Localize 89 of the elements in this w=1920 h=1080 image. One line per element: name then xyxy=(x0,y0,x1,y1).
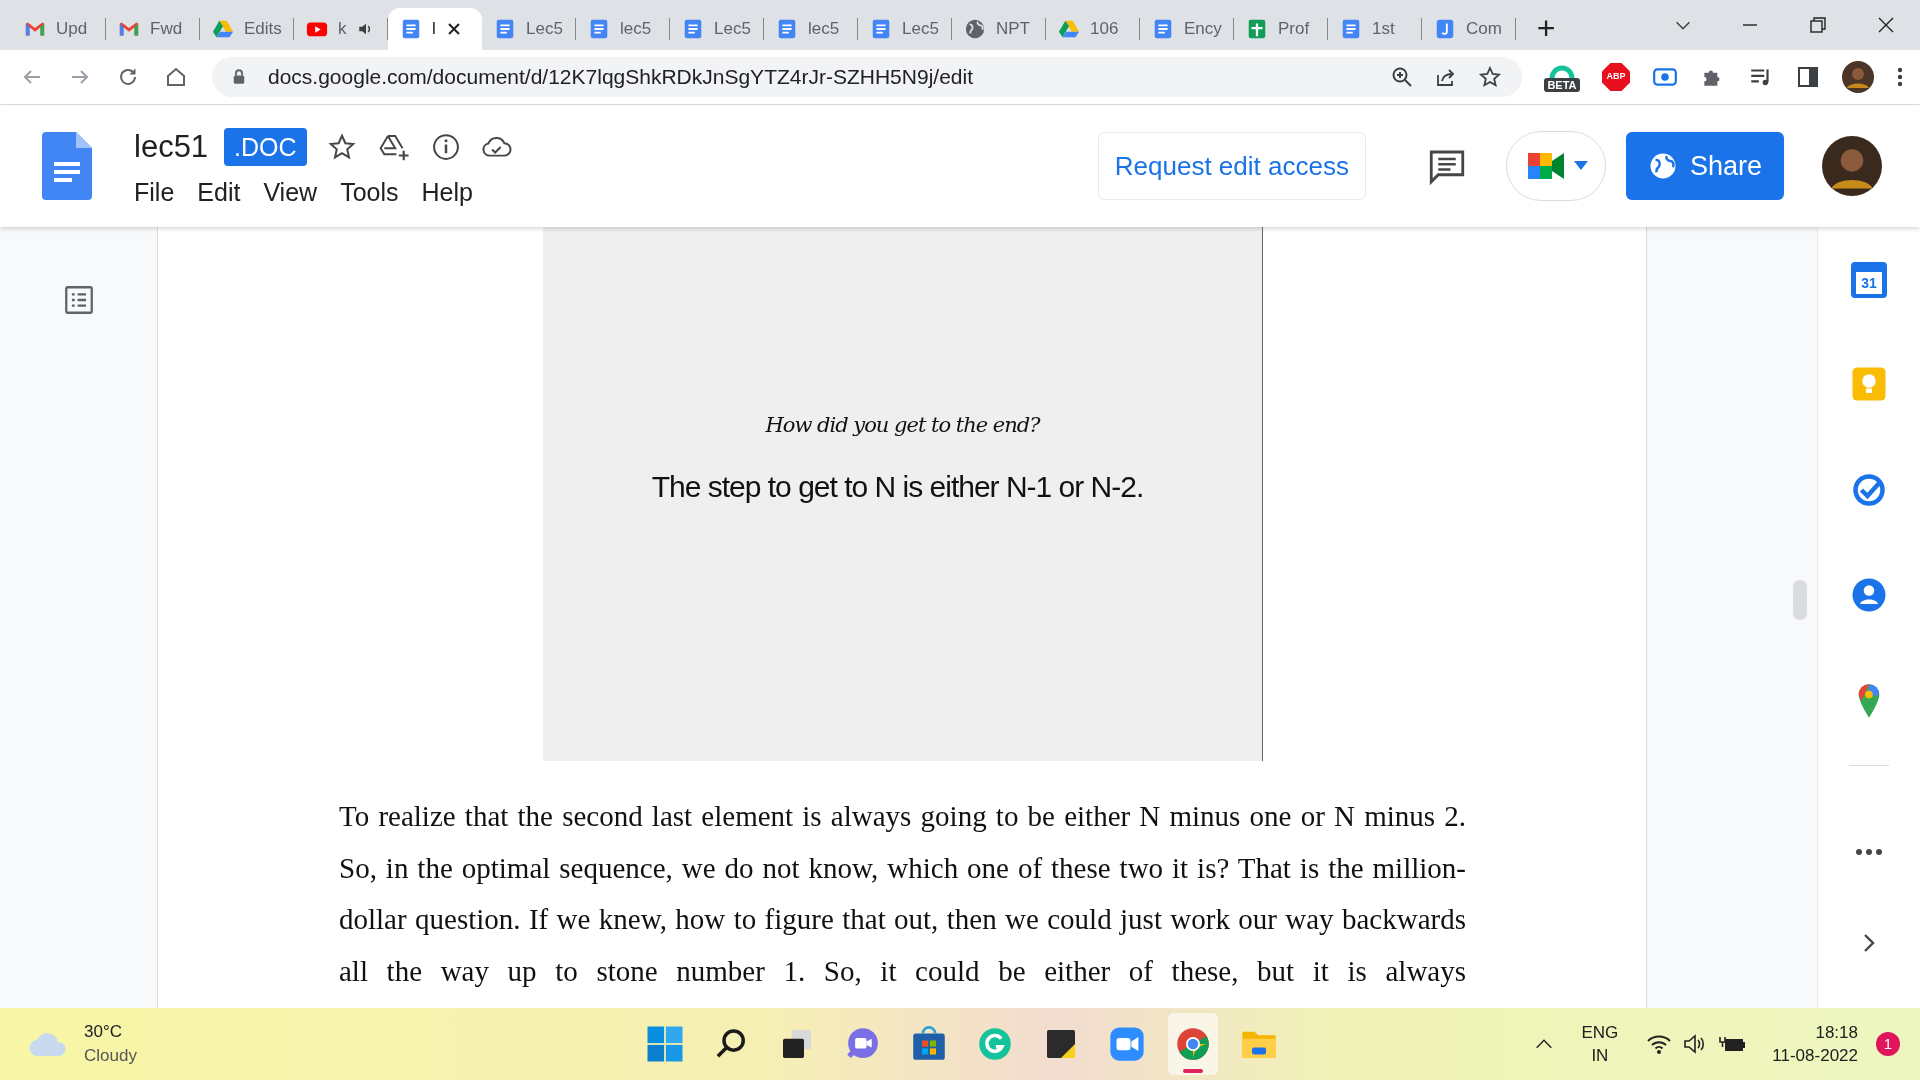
menu-item[interactable]: Edit xyxy=(197,176,241,209)
tab-title: k xyxy=(338,18,347,41)
menu-item[interactable]: File xyxy=(134,176,175,209)
zoom-icon[interactable] xyxy=(1390,65,1414,89)
info-icon[interactable] xyxy=(430,132,461,162)
browser-tab[interactable]: l xyxy=(388,8,482,50)
tab-title: Lec5 xyxy=(714,18,751,41)
browser-tab[interactable]: Edits xyxy=(200,8,294,50)
globe-icon xyxy=(964,18,986,40)
caret-icon xyxy=(1573,161,1588,171)
document-icon xyxy=(870,18,892,40)
more-icon[interactable] xyxy=(1896,65,1904,89)
tab-title: Lec5 xyxy=(902,18,939,41)
tab-title: Com xyxy=(1466,18,1502,41)
calendar-button[interactable]: 31 xyxy=(1851,262,1887,298)
tab-title: 106 xyxy=(1090,18,1119,41)
tab-title: Fwd xyxy=(150,18,183,41)
browser-tab[interactable]: lec5 xyxy=(576,8,670,50)
spreadsheet-icon xyxy=(1246,18,1268,40)
browser-tab[interactable]: 1st xyxy=(1328,8,1422,50)
extension-button[interactable]: BETA xyxy=(1544,62,1580,92)
browser-tab[interactable]: lec5 xyxy=(764,8,858,50)
cloud-icon xyxy=(28,1030,68,1058)
document-icon xyxy=(1152,18,1174,40)
avatar-icon[interactable] xyxy=(1822,136,1882,196)
tab-title: 1st xyxy=(1372,18,1395,41)
close-icon[interactable] xyxy=(445,21,462,37)
handwritten-caption: How did you get to the end? xyxy=(765,412,1040,439)
side-panel-icon[interactable] xyxy=(1796,65,1820,89)
scrollbar-thumb[interactable] xyxy=(1793,580,1807,620)
star-icon[interactable] xyxy=(326,132,357,162)
menu-item[interactable]: View xyxy=(263,176,318,209)
language-text: ENG xyxy=(1581,1022,1619,1044)
document-icon xyxy=(682,18,704,40)
url-text: docs.google.com/document/d/12K7lqgShkRDkJnSgYTZ4rJr-SZHH5N9j/edit xyxy=(268,64,974,91)
browser-tab[interactable]: NPT xyxy=(952,8,1046,50)
browser-tab[interactable]: Com xyxy=(1422,8,1516,50)
document-title: lec51 xyxy=(134,127,209,166)
wifi-icon[interactable] xyxy=(1646,1033,1673,1055)
tab-title: Prof xyxy=(1278,18,1310,41)
beta-label: BETA xyxy=(1544,78,1580,92)
browser-tab[interactable]: Lec5 xyxy=(482,8,576,50)
contacts-icon[interactable] xyxy=(1851,577,1887,613)
menu-item[interactable]: Help xyxy=(421,176,473,209)
triangle-icon xyxy=(1058,18,1080,40)
tab-title: Upd xyxy=(56,18,88,41)
notification-badge[interactable]: 1 xyxy=(1876,1032,1900,1056)
tab-title: Ency xyxy=(1184,18,1222,41)
document-icon xyxy=(400,18,422,40)
document-icon xyxy=(776,18,798,40)
tab-title: lec5 xyxy=(808,18,840,41)
browser-tab[interactable]: Upd xyxy=(12,8,106,50)
clock-time: 18:18 xyxy=(1815,1022,1858,1044)
adblock-button[interactable]: ABP xyxy=(1602,63,1630,91)
browser-tab[interactable]: 106 xyxy=(1046,8,1140,50)
browser-tab[interactable]: k xyxy=(294,8,388,50)
slide-caption: The step to get to N is either N-1 or N-2. xyxy=(651,468,1144,505)
avatar-icon[interactable] xyxy=(1842,61,1874,93)
browser-tab[interactable]: Prof xyxy=(1234,8,1328,50)
clock-date: 11-08-2022 xyxy=(1772,1045,1858,1067)
document-icon xyxy=(494,18,516,40)
letter-tile-icon xyxy=(1434,18,1456,40)
home-icon[interactable] xyxy=(164,65,188,89)
browser-tab[interactable]: Ency xyxy=(1140,8,1234,50)
document-icon xyxy=(42,132,92,200)
format-badge: .DOC xyxy=(224,128,307,166)
tab-title: l xyxy=(432,18,436,41)
star-icon[interactable] xyxy=(1478,65,1502,89)
document-icon xyxy=(1340,18,1362,40)
region-text: IN xyxy=(1591,1045,1609,1067)
browser-tab[interactable]: Fwd xyxy=(106,8,200,50)
menu-item[interactable]: Tools xyxy=(340,176,399,209)
checkmark-circle-icon[interactable] xyxy=(1851,472,1887,508)
tab-title: lec5 xyxy=(620,18,652,41)
weather-text: Cloudy xyxy=(84,1045,137,1067)
temperature-text: 30°C xyxy=(84,1021,123,1043)
request-edit-access-button[interactable]: Request edit access xyxy=(1097,132,1366,200)
body-paragraph: To realize that the second last element is always going to be either N minus one or N minus 2. So, in the optimal sequence, we do not know, which one of these two it is? That is the million-dollar question. If we knew, how to figure that out, then we could just work our way backwards all the way up to stone number 1. So, it could be either of these, but it is always xyxy=(339,799,1466,989)
tab-title: NPT xyxy=(996,18,1030,41)
tab-title: Lec5 xyxy=(526,18,563,41)
browser-tab[interactable]: Lec5 xyxy=(670,8,764,50)
share-button[interactable]: Share xyxy=(1625,132,1784,200)
more-icon[interactable] xyxy=(1855,848,1883,856)
tab-title: Edits xyxy=(244,18,282,41)
new-tab-button[interactable]: + xyxy=(1530,12,1562,44)
triangle-icon xyxy=(212,18,234,40)
address-bar[interactable]: docs.google.com/document/d/12K7lqgShkRDkJnSgYTZ4rJr-SZHH5N9j/edit xyxy=(212,57,1522,97)
browser-tab[interactable]: Lec5 xyxy=(858,8,952,50)
document-icon xyxy=(588,18,610,40)
